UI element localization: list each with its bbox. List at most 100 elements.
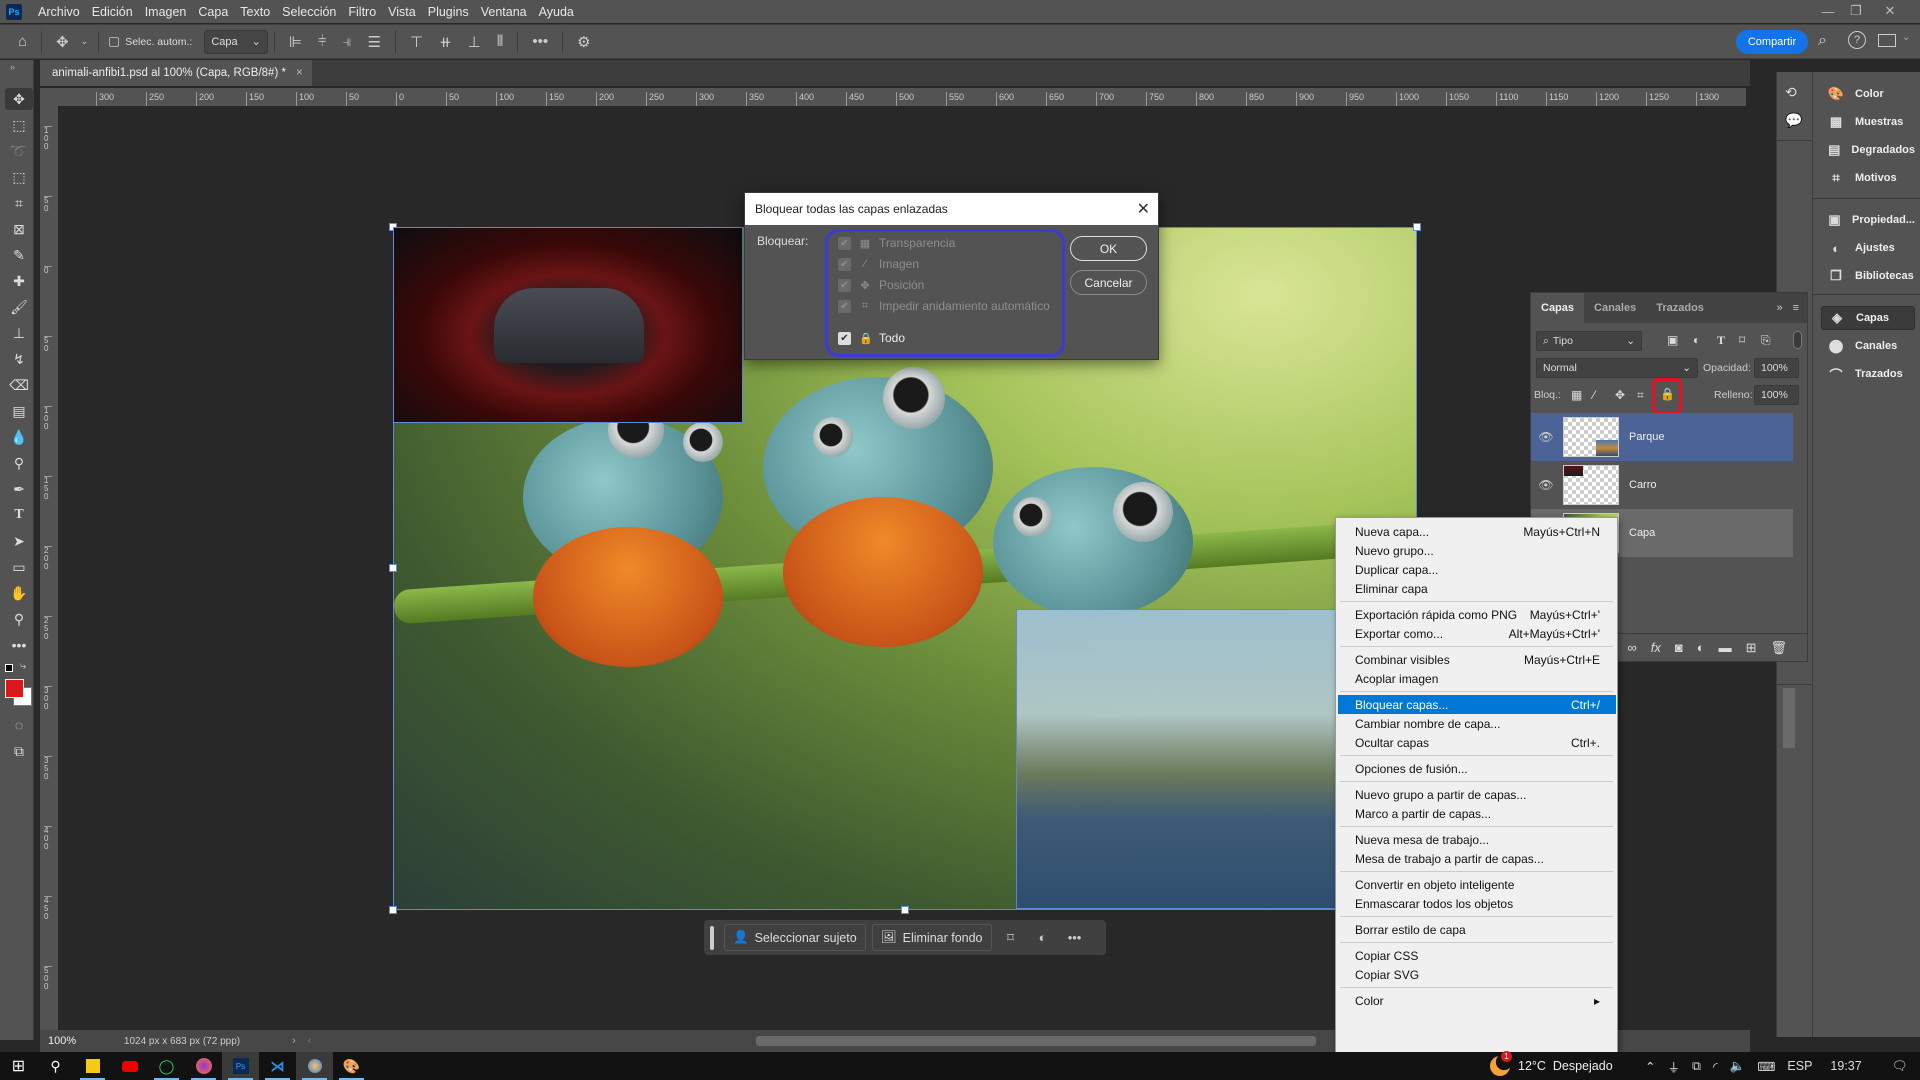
dock-layers[interactable]: ◈ Capas	[1821, 306, 1915, 330]
menu-item[interactable]: Combinar visibles Mayús+Ctrl+E	[1338, 650, 1616, 669]
expand-toolbar-icon[interactable]: »	[10, 62, 15, 72]
clock[interactable]: 19:37	[1830, 1059, 1861, 1073]
firefox-icon[interactable]	[185, 1052, 222, 1080]
foreground-color-swatch[interactable]	[5, 679, 24, 698]
menu-imagen[interactable]: Imagen	[139, 5, 193, 19]
menu-item[interactable]: Exportar como... Alt+Mayús+Ctrl+'	[1338, 624, 1616, 643]
panel-menu-icon[interactable]: ≡	[1793, 302, 1799, 314]
volume-icon[interactable]: 🔈	[1730, 1059, 1746, 1074]
cancel-button[interactable]: Cancelar	[1070, 270, 1147, 295]
wifi-icon[interactable]: ◜	[1713, 1059, 1718, 1074]
align-left-icon[interactable]: ⊫	[289, 33, 302, 51]
lock-image-option[interactable]: ✔ ⁄ Imagen	[838, 257, 919, 271]
lock-nesting-option[interactable]: ✔ ⌗ Impedir anidamiento automático	[838, 299, 1050, 313]
zoom-level[interactable]: 100%	[40, 1035, 82, 1047]
menu-item[interactable]: Copiar SVG	[1338, 965, 1616, 984]
new-group-icon[interactable]: ▬	[1719, 640, 1732, 655]
restore-button[interactable]: ❐	[1840, 0, 1872, 22]
ruler-origin[interactable]	[40, 88, 58, 106]
align-top-icon[interactable]: ⊤	[410, 33, 423, 51]
quick-mask-icon[interactable]: ◌	[5, 714, 33, 736]
lock-transparency-checkbox[interactable]: ✔	[838, 236, 851, 250]
dock-adjustments[interactable]: ◐ Ajustes	[1821, 236, 1915, 260]
menu-item[interactable]: Copiar CSS	[1338, 946, 1616, 965]
chevron-up-icon[interactable]: ⌃	[1645, 1059, 1655, 1074]
distribute-h-icon[interactable]: ☰	[368, 33, 381, 51]
align-right-icon[interactable]: ⫣	[343, 33, 352, 50]
youtube-icon[interactable]	[111, 1052, 148, 1080]
new-adjustment-icon[interactable]: ◐	[1697, 640, 1705, 655]
close-window-button[interactable]: ✕	[1874, 0, 1906, 22]
menu-item[interactable]: Nuevo grupo a partir de capas...	[1338, 785, 1616, 804]
notifications-icon[interactable]: 🗨	[1892, 1059, 1908, 1074]
lock-transparency-icon[interactable]: ▦	[1571, 388, 1582, 402]
align-center-h-icon[interactable]: ⫩	[318, 33, 327, 50]
blend-mode-dropdown[interactable]: Normal ⌄	[1536, 358, 1698, 378]
chevron-down-icon[interactable]: ⌄	[81, 36, 89, 47]
chevron-right-icon[interactable]: ›	[292, 1035, 296, 1047]
filter-toggle[interactable]	[1793, 331, 1802, 349]
whatsapp-icon[interactable]: ◯	[148, 1052, 185, 1080]
menu-texto[interactable]: Texto	[234, 5, 276, 19]
menu-item[interactable]: Ocultar capas Ctrl+.	[1338, 733, 1616, 752]
sticky-notes-icon[interactable]	[74, 1052, 111, 1080]
crop-tool[interactable]: ⌗	[5, 192, 33, 214]
menu-item[interactable]: Convertir en objeto inteligente	[1338, 875, 1616, 894]
dodge-tool[interactable]: ⚲	[5, 452, 33, 474]
default-colors-icon[interactable]	[5, 664, 13, 672]
layer-row-carro[interactable]: 👁 Carro	[1531, 461, 1793, 509]
more-options-icon[interactable]: •••	[532, 33, 548, 50]
dock-gradients[interactable]: ▤ Degradados	[1821, 138, 1915, 162]
dock-libraries[interactable]: ❐ Bibliotecas	[1821, 264, 1915, 288]
tab-paths[interactable]: Trazados	[1646, 293, 1714, 323]
auto-select-checkbox[interactable]	[109, 36, 120, 47]
align-middle-v-icon[interactable]: ⧺	[439, 33, 452, 51]
home-icon[interactable]: ⌂	[18, 33, 27, 50]
share-button[interactable]: Compartir	[1736, 30, 1808, 54]
comment-icon[interactable]: 💬	[1785, 112, 1802, 129]
chevron-left-icon[interactable]: ‹	[308, 1035, 312, 1047]
move-tool-icon[interactable]: ✥	[56, 33, 69, 51]
eyedropper-tool[interactable]: ✎	[5, 244, 33, 266]
gear-icon[interactable]: ⚙	[577, 33, 590, 51]
collapse-panel-icon[interactable]: »	[1776, 302, 1782, 314]
trash-icon[interactable]: 🗑	[1770, 640, 1787, 656]
start-icon[interactable]: ⊞	[0, 1052, 37, 1080]
menu-ayuda[interactable]: Ayuda	[533, 5, 580, 19]
power-icon[interactable]: ⏚	[1667, 1057, 1680, 1076]
menu-item[interactable]: Eliminar capa	[1338, 579, 1616, 598]
hand-tool[interactable]: ✋	[5, 582, 33, 604]
vscode-icon[interactable]: ⋊	[259, 1052, 296, 1080]
menu-item[interactable]: Nueva mesa de trabajo...	[1338, 830, 1616, 849]
shape-filter-icon[interactable]: ⌑	[1739, 333, 1745, 347]
menu-edicion[interactable]: Edición	[86, 5, 139, 19]
chevron-down-icon[interactable]: ⌄	[1902, 32, 1910, 43]
auto-select-target-dropdown[interactable]: Capa ⌄	[204, 29, 268, 54]
align-bottom-icon[interactable]: ⊥	[468, 33, 481, 51]
paint-icon[interactable]: 🎨	[333, 1052, 370, 1080]
menu-item[interactable]: Marco a partir de capas...	[1338, 804, 1616, 823]
lock-all-checkbox[interactable]: ✔	[838, 331, 851, 345]
menu-vista[interactable]: Vista	[382, 5, 422, 19]
dock-patterns[interactable]: ⌗ Motivos	[1821, 166, 1915, 190]
type-tool[interactable]: T	[5, 504, 33, 526]
menu-item[interactable]: Enmascarar todos los objetos	[1338, 894, 1616, 913]
lock-all-option[interactable]: ✔ 🔒 Todo	[838, 331, 905, 345]
help-icon[interactable]: ?	[1848, 31, 1866, 49]
swap-colors-icon[interactable]: ⤷	[20, 660, 26, 673]
brush-tool[interactable]: 🖌	[5, 296, 33, 318]
rectangle-tool[interactable]: ▭	[5, 556, 33, 578]
fx-icon[interactable]: fx	[1651, 640, 1661, 655]
pen-tool[interactable]: ✒	[5, 478, 33, 500]
menu-item[interactable]: Nueva capa... Mayús+Ctrl+N	[1338, 522, 1616, 541]
menu-item[interactable]: Mesa de trabajo a partir de capas...	[1338, 849, 1616, 868]
menu-item[interactable]: Acoplar imagen	[1338, 669, 1616, 688]
menu-filtro[interactable]: Filtro	[342, 5, 382, 19]
menu-plugins[interactable]: Plugins	[422, 5, 475, 19]
menu-item[interactable]: Color ▸	[1338, 991, 1616, 1010]
object-select-tool[interactable]: ⬚	[5, 166, 33, 188]
transform-handle[interactable]	[389, 906, 397, 914]
smart-object-filter-icon[interactable]: ⎘	[1761, 333, 1771, 348]
menu-capa[interactable]: Capa	[192, 5, 234, 19]
blur-tool[interactable]: 💧	[5, 426, 33, 448]
